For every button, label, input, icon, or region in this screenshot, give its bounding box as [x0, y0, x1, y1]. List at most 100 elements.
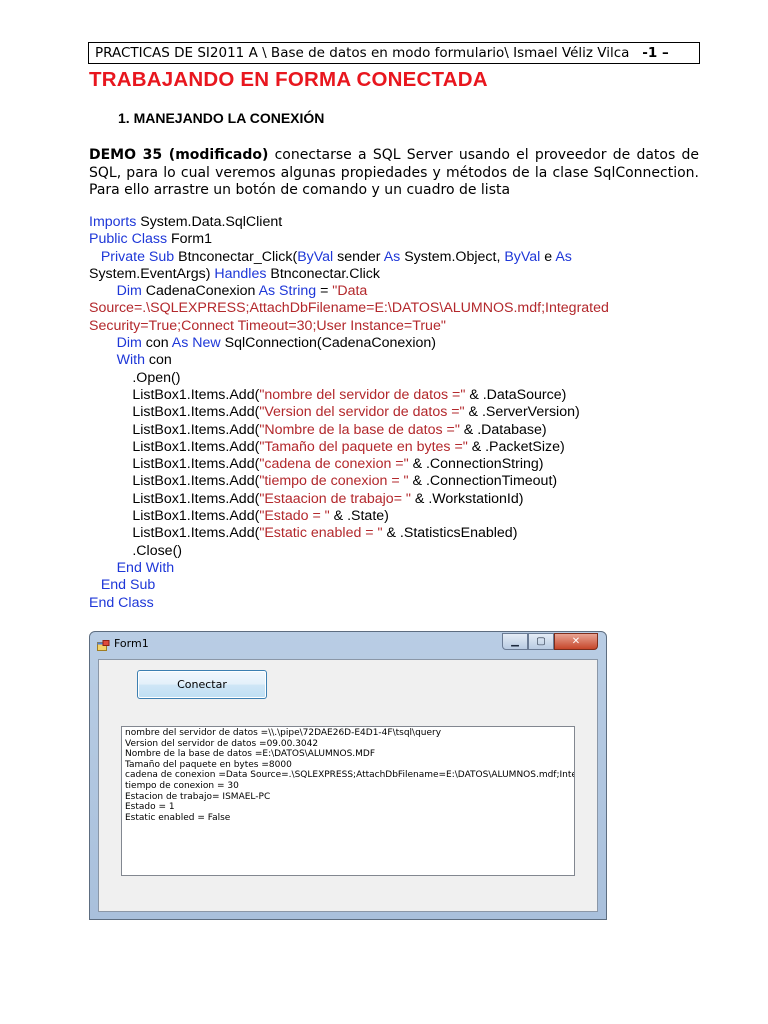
minimize-button[interactable]: ▁	[502, 633, 528, 650]
code-text: ListBox1.Items.Add(	[89, 490, 260, 507]
code-line: ListBox1.Items.Add("Estado = " & .State)	[89, 508, 709, 525]
list-item[interactable]: nombre del servidor de datos =\\.\pipe\7…	[125, 728, 571, 739]
window-controls: ▁ ▢ ✕	[502, 633, 598, 651]
intro-paragraph: DEMO 35 (modificado) conectarse a SQL Se…	[89, 147, 699, 200]
code-string: "Tamaño del paquete en bytes ="	[259, 438, 468, 455]
code-text: .Close()	[89, 542, 183, 559]
code-text: CadenaConexion	[141, 283, 259, 300]
code-text: ListBox1.Items.Add(	[89, 525, 260, 542]
list-item[interactable]: tiempo de conexion = 30	[125, 781, 571, 792]
code-text: & .WorkstationId)	[410, 490, 524, 507]
code-text: & .DataSource)	[465, 386, 567, 403]
code-line: .Close()	[89, 543, 709, 560]
code-keyword: Private Sub	[100, 248, 175, 265]
code-text: Btnconectar.Click	[266, 265, 380, 282]
code-keyword: As	[555, 248, 572, 265]
page-number: -1 –	[642, 45, 669, 61]
maximize-button[interactable]: ▢	[528, 633, 554, 650]
code-string: "Estaacion de trabajo= "	[259, 490, 411, 507]
code-keyword: Dim	[116, 283, 142, 300]
code-line: ListBox1.Items.Add("Tamaño del paquete e…	[89, 439, 709, 456]
code-keyword: As New	[171, 335, 221, 352]
code-string: "Estado = "	[259, 508, 330, 525]
code-line: ListBox1.Items.Add("Version del servidor…	[89, 404, 709, 421]
code-line: Dim con As New SqlConnection(CadenaConex…	[89, 335, 709, 352]
code-keyword: With	[116, 352, 145, 369]
section-heading: 1. MANEJANDO LA CONEXIÓN	[118, 110, 325, 126]
window-titlebar[interactable]: Form1 ▁ ▢ ✕	[90, 632, 606, 658]
window-client-area: Conectar nombre del servidor de datos =\…	[98, 659, 598, 912]
page-header: PRACTICAS DE SI2011 A \ Base de datos en…	[88, 42, 700, 64]
list-item[interactable]: Estatic enabled = False	[125, 813, 571, 824]
code-keyword: End With	[116, 559, 175, 576]
list-item[interactable]: Nombre de la base de datos =E:\DATOS\ALU…	[125, 749, 571, 760]
code-line: End Sub	[89, 577, 709, 594]
list-item[interactable]: Version del servidor de datos =09.00.304…	[125, 739, 571, 750]
code-keyword: Handles	[214, 265, 267, 282]
code-line: ListBox1.Items.Add("nombre del servidor …	[89, 387, 709, 404]
list-item[interactable]: cadena de conexion =Data Source=.\SQLEXP…	[125, 770, 574, 781]
code-line: Private Sub Btnconectar_Click(ByVal send…	[89, 249, 709, 266]
form-app-icon	[97, 639, 110, 651]
list-item[interactable]: Tamaño del paquete en bytes =8000	[125, 760, 571, 771]
code-string: "Nombre de la base de datos ="	[259, 421, 460, 438]
code-text: e	[540, 248, 556, 265]
code-line: ListBox1.Items.Add("cadena de conexion =…	[89, 456, 709, 473]
code-text: Form1	[167, 231, 212, 248]
code-line: ListBox1.Items.Add("Nombre de la base de…	[89, 422, 709, 439]
code-text: con	[144, 352, 172, 369]
code-text: & .Database)	[459, 421, 547, 438]
code-line: With con	[89, 352, 709, 369]
listbox1[interactable]: nombre del servidor de datos =\\.\pipe\7…	[121, 726, 575, 876]
code-text: SqlConnection(CadenaConexion)	[220, 335, 437, 352]
code-string: "Data	[332, 283, 368, 300]
code-text: & .StatisticsEnabled)	[382, 525, 518, 542]
code-keyword: Public Class	[89, 231, 168, 248]
demo-label: DEMO 35 (modificado)	[89, 147, 269, 163]
code-line: End Class	[89, 595, 709, 612]
code-line: ListBox1.Items.Add("tiempo de conexion =…	[89, 473, 709, 490]
code-text: ListBox1.Items.Add(	[89, 386, 260, 403]
code-text: ListBox1.Items.Add(	[89, 421, 260, 438]
code-line: System.EventArgs) Handles Btnconectar.Cl…	[89, 266, 709, 283]
code-keyword: ByVal	[297, 248, 334, 265]
list-item[interactable]: Estacion de trabajo= ISMAEL-PC	[125, 792, 571, 803]
code-text: Btnconectar_Click(	[174, 248, 298, 265]
code-line: Source=.\SQLEXPRESS;AttachDbFilename=E:\…	[89, 300, 709, 317]
code-keyword: As	[383, 248, 401, 265]
window-title: Form1	[114, 637, 149, 650]
code-text: ListBox1.Items.Add(	[89, 508, 260, 525]
code-line: .Open()	[89, 370, 709, 387]
code-line: Security=True;Connect Timeout=30;User In…	[89, 318, 709, 335]
code-line: Dim CadenaConexion As String = "Data	[89, 283, 709, 300]
code-line: End With	[89, 560, 709, 577]
code-text: ListBox1.Items.Add(	[89, 404, 260, 421]
code-text: con	[141, 335, 172, 352]
code-text: & .ConnectionTimeout)	[408, 473, 558, 490]
code-keyword: ByVal	[504, 248, 541, 265]
code-text: =	[316, 283, 333, 300]
conectar-button[interactable]: Conectar	[137, 670, 267, 699]
code-text: ListBox1.Items.Add(	[89, 438, 260, 455]
code-text: & .PacketSize)	[467, 438, 565, 455]
list-item[interactable]: Estado = 1	[125, 802, 571, 813]
code-keyword: As String	[258, 283, 317, 300]
code-text: .Open()	[89, 369, 181, 386]
close-button[interactable]: ✕	[554, 633, 598, 650]
code-line: Public Class Form1	[89, 231, 709, 248]
code-text: & .ServerVersion)	[464, 404, 580, 421]
code-string: "cadena de conexion ="	[259, 456, 409, 473]
code-line: ListBox1.Items.Add("Estatic enabled = " …	[89, 525, 709, 542]
code-line: ListBox1.Items.Add("Estaacion de trabajo…	[89, 491, 709, 508]
form1-window: Form1 ▁ ▢ ✕ Conectar nombre del servidor…	[89, 631, 607, 920]
code-keyword: Imports	[89, 214, 137, 230]
code-string: "Estatic enabled = "	[259, 525, 383, 542]
code-string: "tiempo de conexion = "	[259, 473, 409, 490]
code-string: Security=True;Connect Timeout=30;User In…	[89, 317, 446, 334]
